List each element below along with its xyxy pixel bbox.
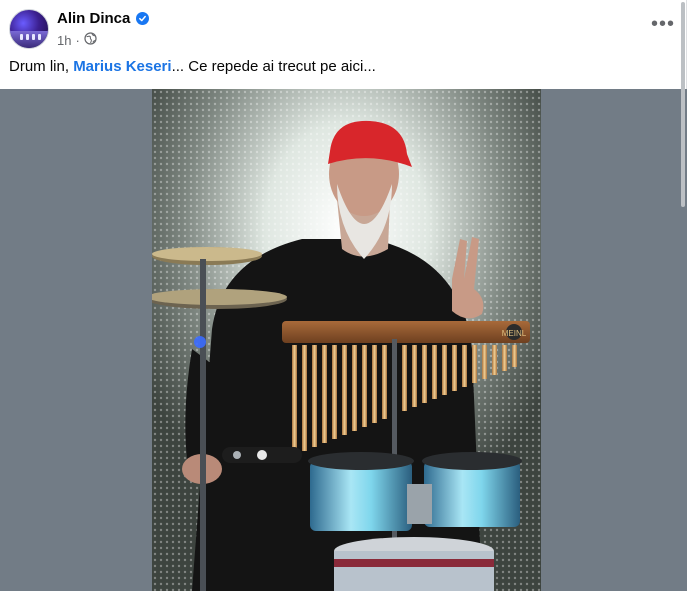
- scrollbar[interactable]: [680, 0, 686, 210]
- avatar-stage: [10, 30, 48, 48]
- avatar-figure: [32, 34, 35, 40]
- avatar-figure: [20, 34, 23, 40]
- meta-separator: ·: [75, 32, 80, 48]
- photo-illustration: MEINL: [152, 89, 541, 591]
- caption-suffix: ... Ce repede ai trecut pe aici...: [171, 58, 376, 75]
- post-caption: Drum lin, Marius Keseri... Ce repede ai …: [9, 58, 376, 75]
- avatar-figure: [26, 34, 29, 40]
- avatar-figure: [38, 34, 41, 40]
- verified-badge-icon: [136, 12, 150, 25]
- author-row: Alin Dinca: [57, 10, 150, 27]
- mention-link[interactable]: Marius Keseri: [73, 58, 171, 75]
- facebook-post: Alin Dinca 1h · ••• Drum lin, Marius Kes…: [0, 0, 687, 591]
- post-meta: 1h ·: [57, 32, 97, 48]
- author-avatar[interactable]: [9, 9, 49, 49]
- post-header: Alin Dinca 1h · •••: [0, 0, 687, 58]
- post-media[interactable]: MEINL: [0, 89, 687, 591]
- caption-prefix: Drum lin,: [9, 58, 74, 75]
- chimes-brand: MEINL: [502, 329, 527, 338]
- author-name[interactable]: Alin Dinca: [57, 10, 130, 27]
- scrollbar-thumb[interactable]: [681, 2, 685, 207]
- globe-icon[interactable]: [84, 32, 97, 48]
- more-options-icon[interactable]: •••: [651, 12, 675, 36]
- post-photo[interactable]: MEINL: [152, 89, 541, 591]
- post-timestamp[interactable]: 1h: [57, 33, 71, 48]
